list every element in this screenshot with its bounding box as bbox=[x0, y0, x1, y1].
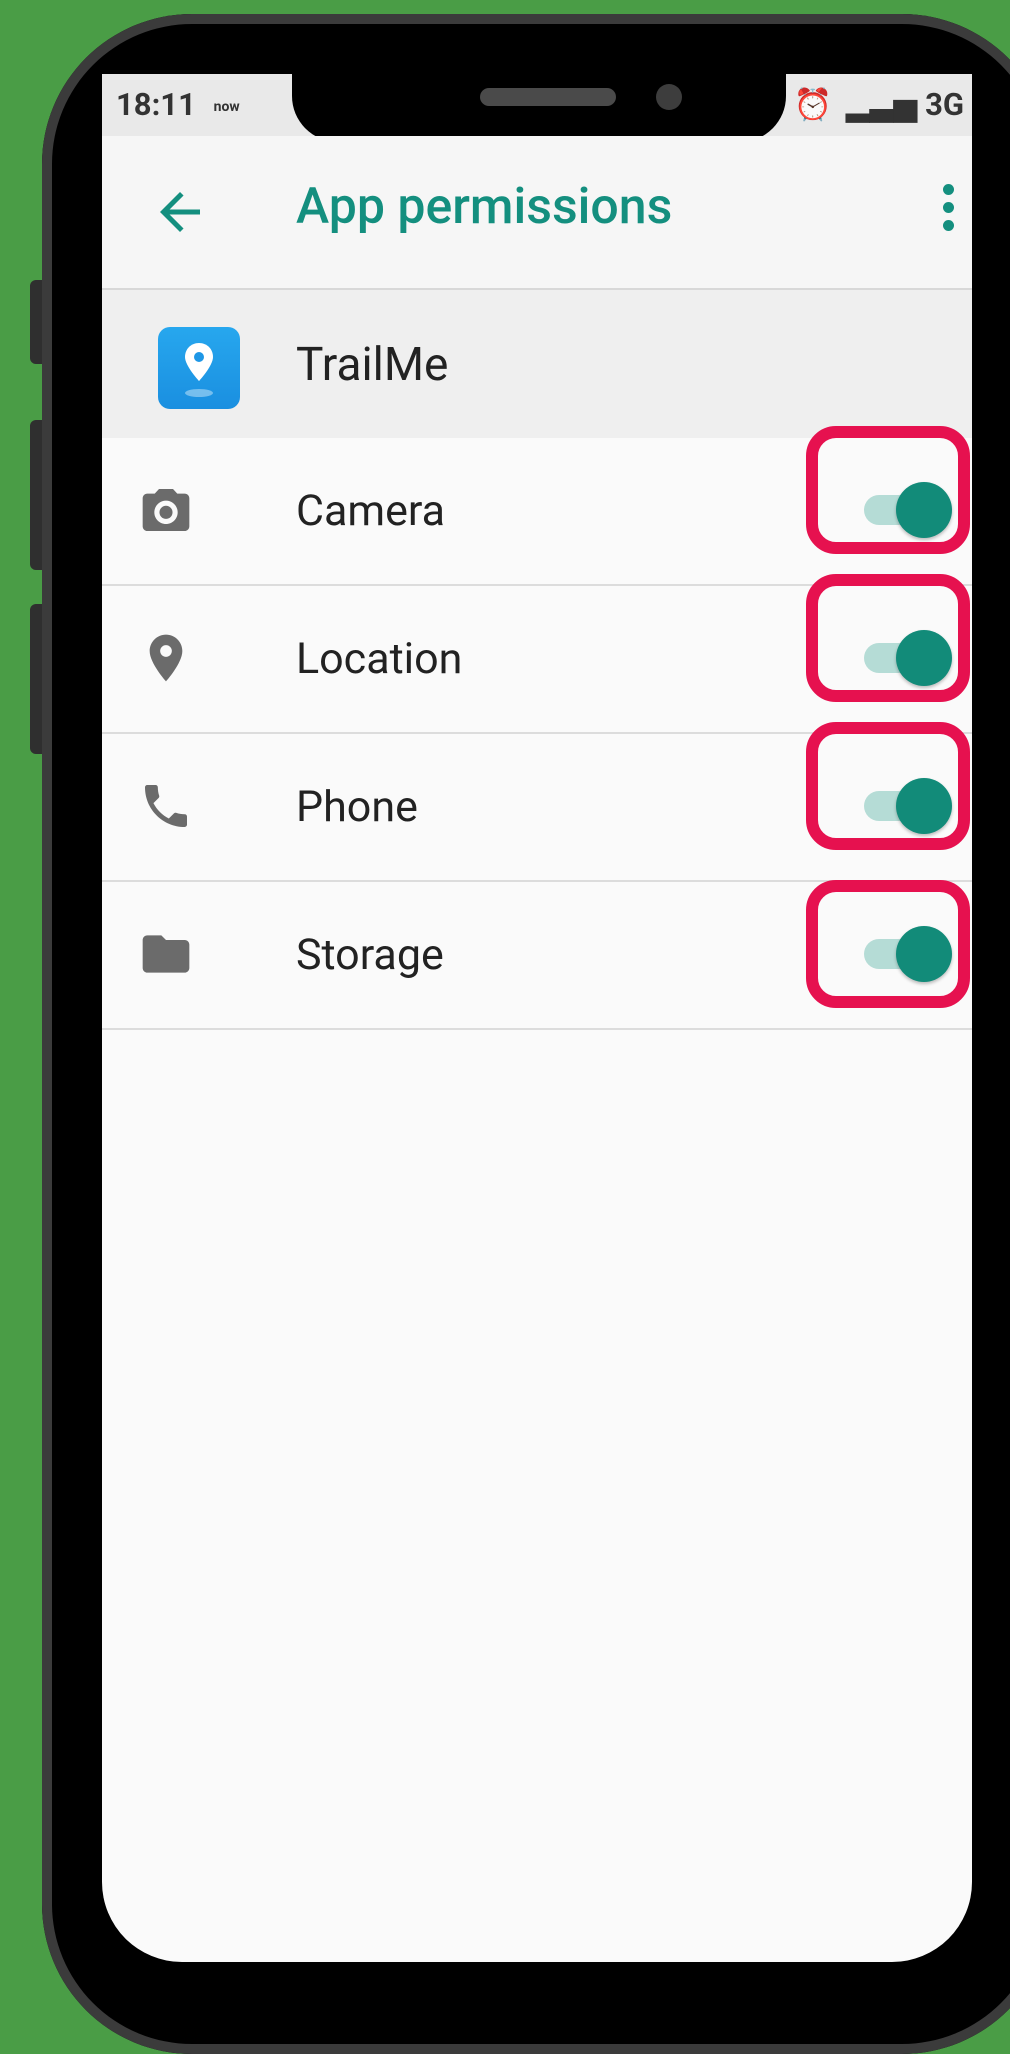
phone-icon bbox=[145, 785, 187, 827]
permission-label: Camera bbox=[296, 486, 446, 536]
notification-icon: now bbox=[213, 98, 240, 115]
alarm-icon: ⏰ bbox=[793, 86, 833, 123]
toggle-highlight-phone bbox=[806, 722, 970, 850]
arrow-back-icon bbox=[160, 192, 200, 232]
permission-label: Storage bbox=[296, 930, 444, 980]
phone-screen: 18:11 now /s ⏰ ▂▃▅ 3G App permissions bbox=[102, 74, 972, 1962]
more-vert-dot bbox=[942, 202, 954, 213]
page-title: App permissions bbox=[296, 178, 673, 236]
front-camera bbox=[656, 84, 682, 110]
toggle-highlight-location bbox=[806, 574, 970, 702]
network-type: 3G bbox=[925, 86, 964, 123]
signal-icon: ▂▃▅ bbox=[845, 86, 918, 123]
status-time: 18:11 bbox=[116, 86, 196, 123]
map-pin-icon bbox=[185, 343, 213, 397]
folder-icon bbox=[142, 935, 190, 973]
permission-label: Phone bbox=[296, 782, 418, 832]
speaker-grille bbox=[480, 88, 616, 106]
phone-notch bbox=[292, 74, 786, 142]
toggle-highlight-camera bbox=[806, 426, 970, 554]
more-vert-dot bbox=[942, 220, 954, 231]
more-options-button[interactable] bbox=[936, 184, 960, 242]
location-pin-icon bbox=[149, 634, 183, 682]
app-bar: App permissions bbox=[102, 136, 972, 290]
app-name: TrailMe bbox=[296, 338, 449, 392]
more-vert-icon bbox=[942, 184, 954, 195]
status-bar: 18:11 now /s ⏰ ▂▃▅ 3G bbox=[102, 74, 972, 142]
status-left: 18:11 now bbox=[116, 86, 240, 123]
back-button[interactable] bbox=[150, 182, 210, 242]
toggle-highlight-storage bbox=[806, 880, 970, 1008]
app-header: TrailMe bbox=[102, 290, 972, 438]
camera-icon bbox=[142, 489, 190, 531]
trailme-app-icon bbox=[158, 327, 240, 409]
permission-label: Location bbox=[296, 634, 463, 684]
